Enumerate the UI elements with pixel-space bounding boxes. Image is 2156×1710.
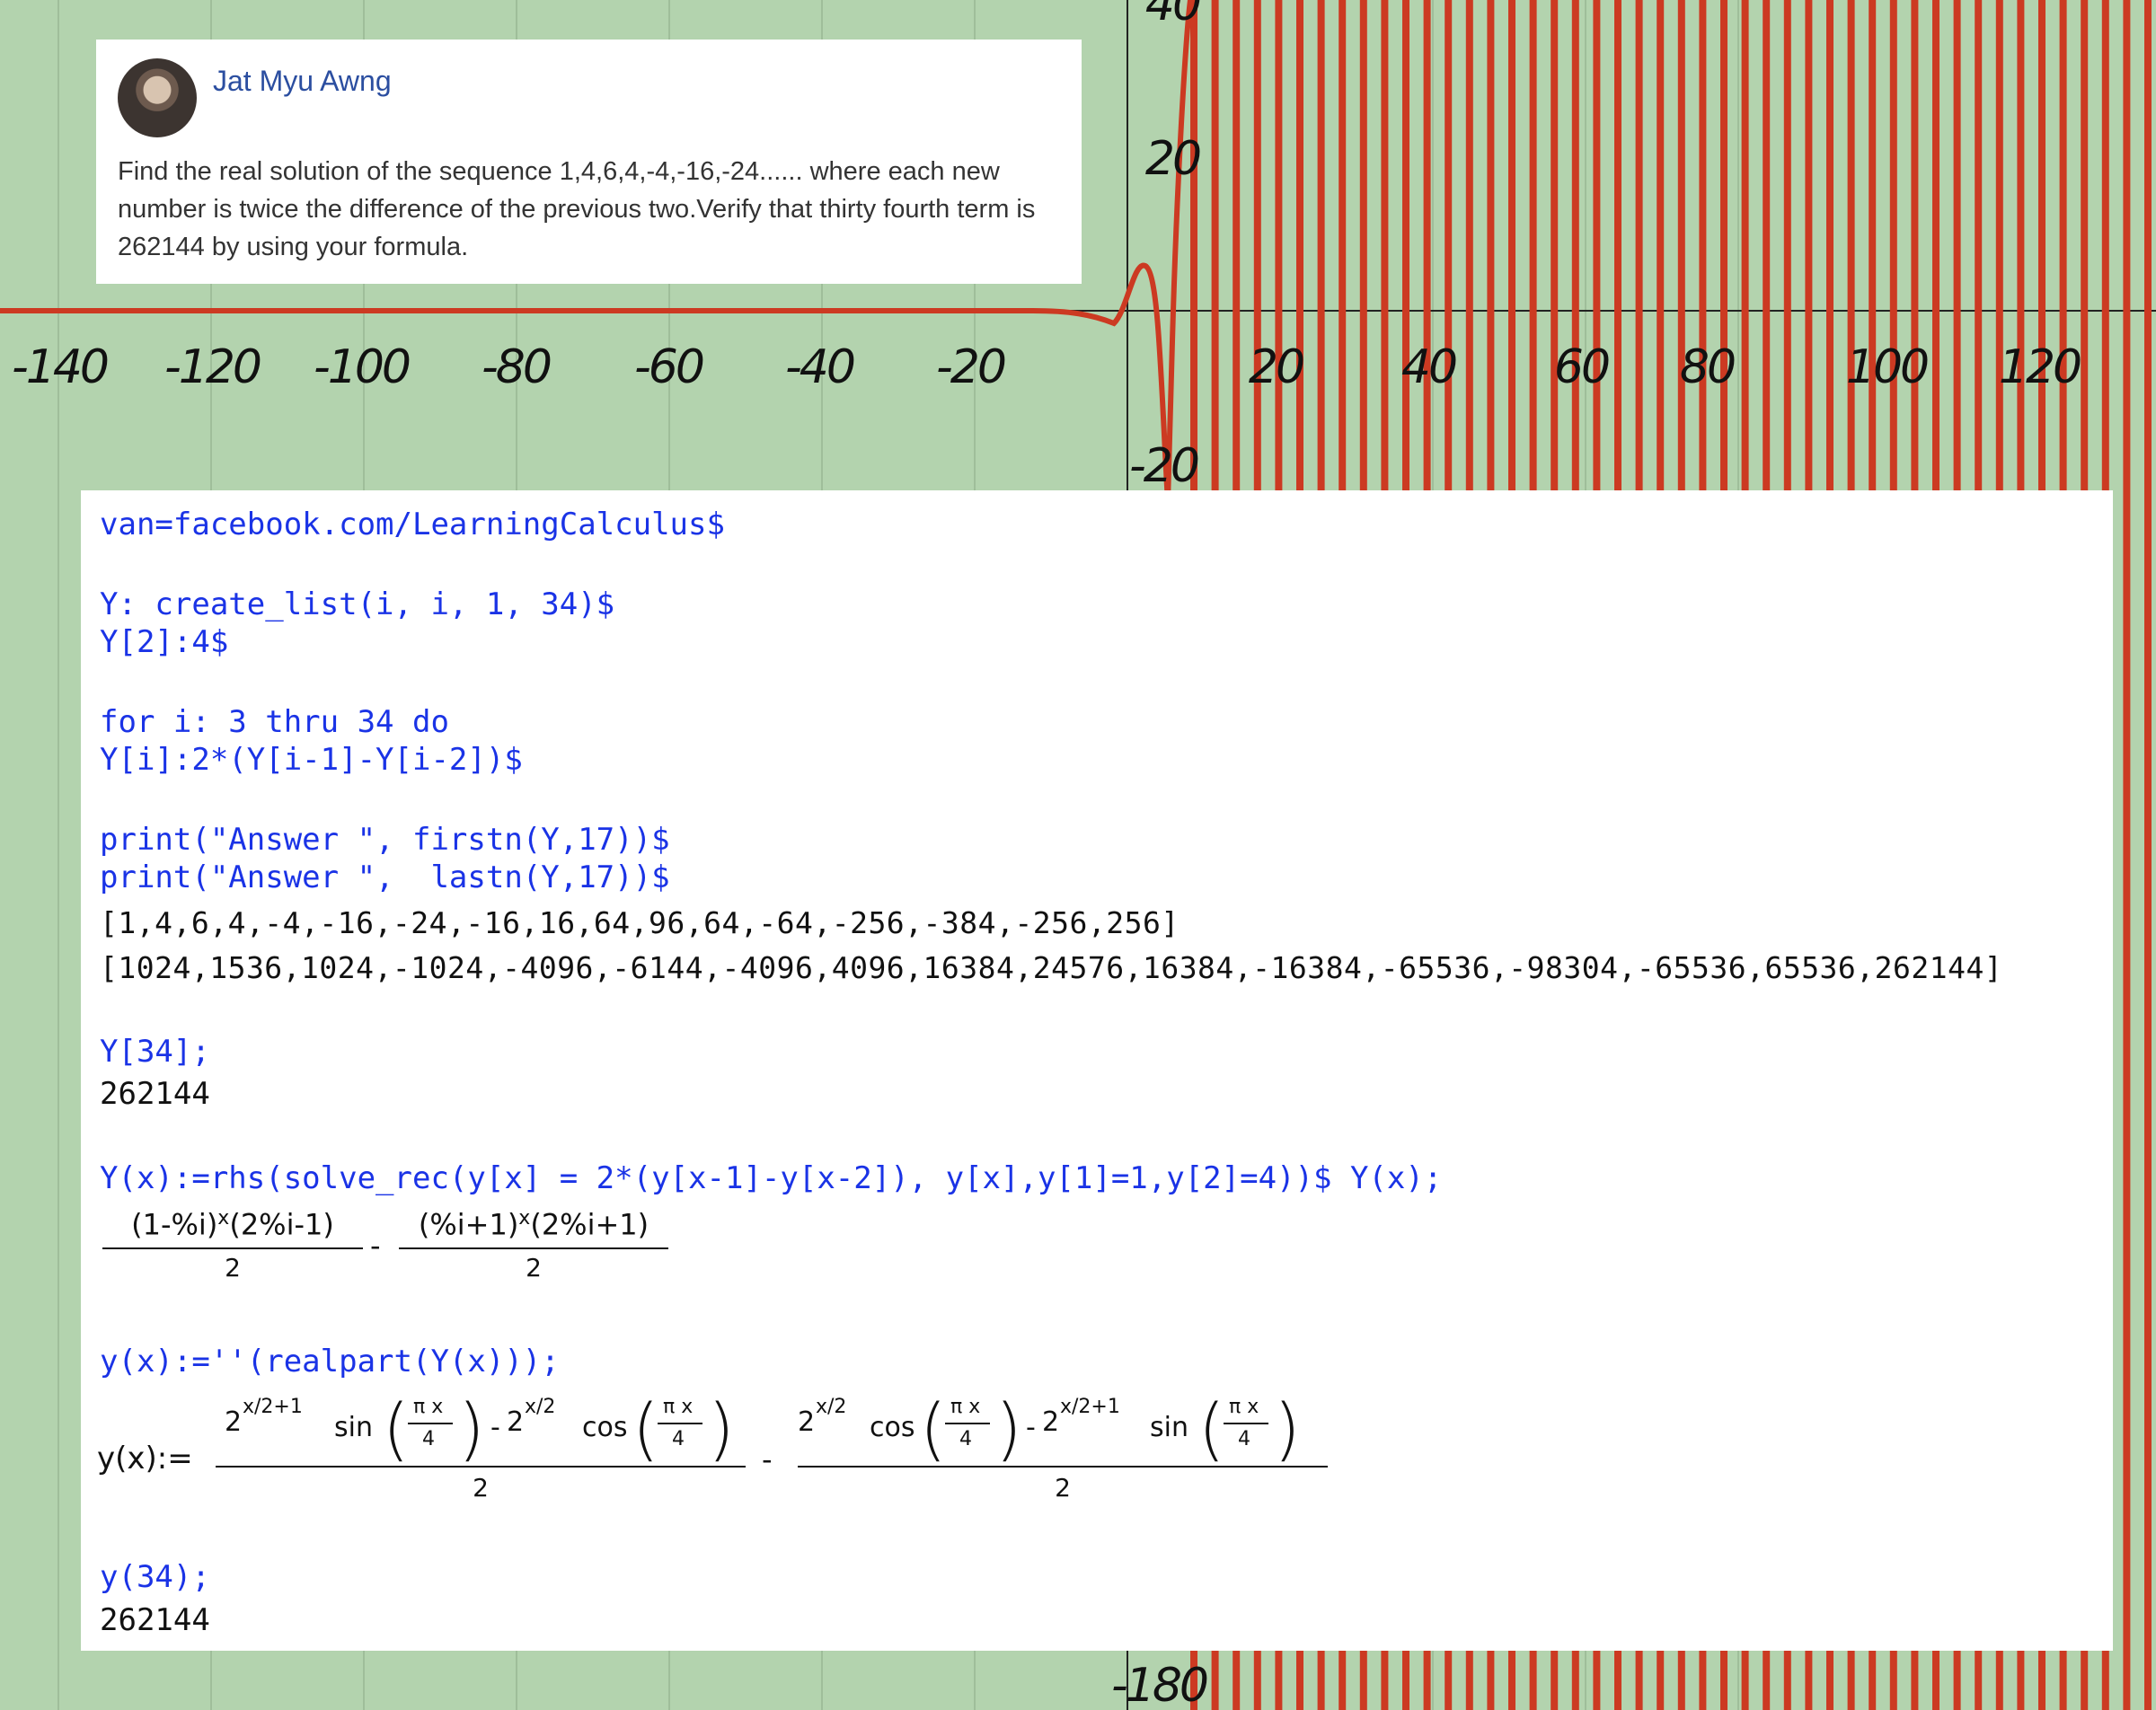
output-list: [1,4,6,4,-4,-16,-24,-16,16,64,96,64,-64,…: [100, 905, 1180, 940]
input-line[interactable]: y(x):=''(realpart(Y(x)));: [100, 1344, 560, 1379]
x-tick-label: -60: [634, 340, 703, 394]
x-tick-label: 20: [1249, 340, 1303, 394]
x-tick-label: -80: [482, 340, 551, 394]
input-line[interactable]: print("Answer ", lastn(Y,17))$: [100, 859, 670, 895]
y-tick-label: -180: [1111, 1659, 1207, 1710]
x-tick-label: -120: [164, 340, 261, 394]
fraction-2: 2 x/2 cos ( π x 4 ) - 2 x/2+1 sin ( π x …: [798, 1388, 1328, 1503]
facebook-post: Jat Myu Awng Find the real solution of t…: [96, 40, 1082, 284]
curve-oscillation-bar: [2123, 0, 2131, 1710]
input-line[interactable]: Y[34];: [100, 1034, 210, 1070]
output-value: 262144: [100, 1076, 210, 1112]
input-line[interactable]: print("Answer ", firstn(Y,17))$: [100, 822, 670, 858]
x-tick-label: 100: [1846, 340, 1928, 394]
input-line[interactable]: van=facebook.com/LearningCalculus$: [100, 507, 725, 542]
x-tick-label: 120: [1999, 340, 2081, 394]
x-tick-label: 80: [1680, 340, 1735, 394]
curve-oscillation-bar: [2144, 0, 2152, 1710]
y-tick-label: 40: [1145, 0, 1200, 31]
x-tick-label: -140: [12, 340, 108, 394]
x-tick-label: 60: [1554, 340, 1609, 394]
x-tick-label: 40: [1401, 340, 1456, 394]
output-list: [1024,1536,1024,-1024,-4096,-6144,-4096,…: [100, 950, 2003, 985]
x-tick-label: -20: [936, 340, 1005, 394]
input-line[interactable]: Y(x):=rhs(solve_rec(y[x] = 2*(y[x-1]-y[x…: [100, 1160, 1442, 1196]
fraction-1: 2 x/2+1 sin ( π x 4 ) - 2 x/2 cos ( π x …: [216, 1388, 746, 1503]
input-line[interactable]: y(34);: [100, 1559, 210, 1595]
output-value: 262144: [100, 1602, 210, 1638]
y-tick-label: -20: [1129, 439, 1198, 493]
input-line[interactable]: Y: create_list(i, i, 1, 34)$: [100, 586, 614, 622]
x-tick-label: -100: [314, 340, 410, 394]
input-line[interactable]: Y[i]:2*(Y[i-1]-Y[i-2])$: [100, 742, 523, 778]
post-text: Find the real solution of the sequence 1…: [118, 157, 1036, 261]
maxima-session: van=facebook.com/LearningCalculus$ Y: cr…: [81, 490, 2113, 1651]
real-part-expression: y(x):= 2 x/2+1 sin ( π x 4 ) - 2 x/2 cos…: [97, 1388, 1400, 1503]
input-line[interactable]: for i: 3 thru 34 do: [100, 704, 449, 740]
avatar[interactable]: [118, 58, 197, 137]
author-name[interactable]: Jat Myu Awng: [213, 65, 392, 98]
x-tick-label: -40: [785, 340, 854, 394]
input-line[interactable]: Y[2]:4$: [100, 624, 228, 660]
y-tick-label: 20: [1145, 132, 1200, 186]
